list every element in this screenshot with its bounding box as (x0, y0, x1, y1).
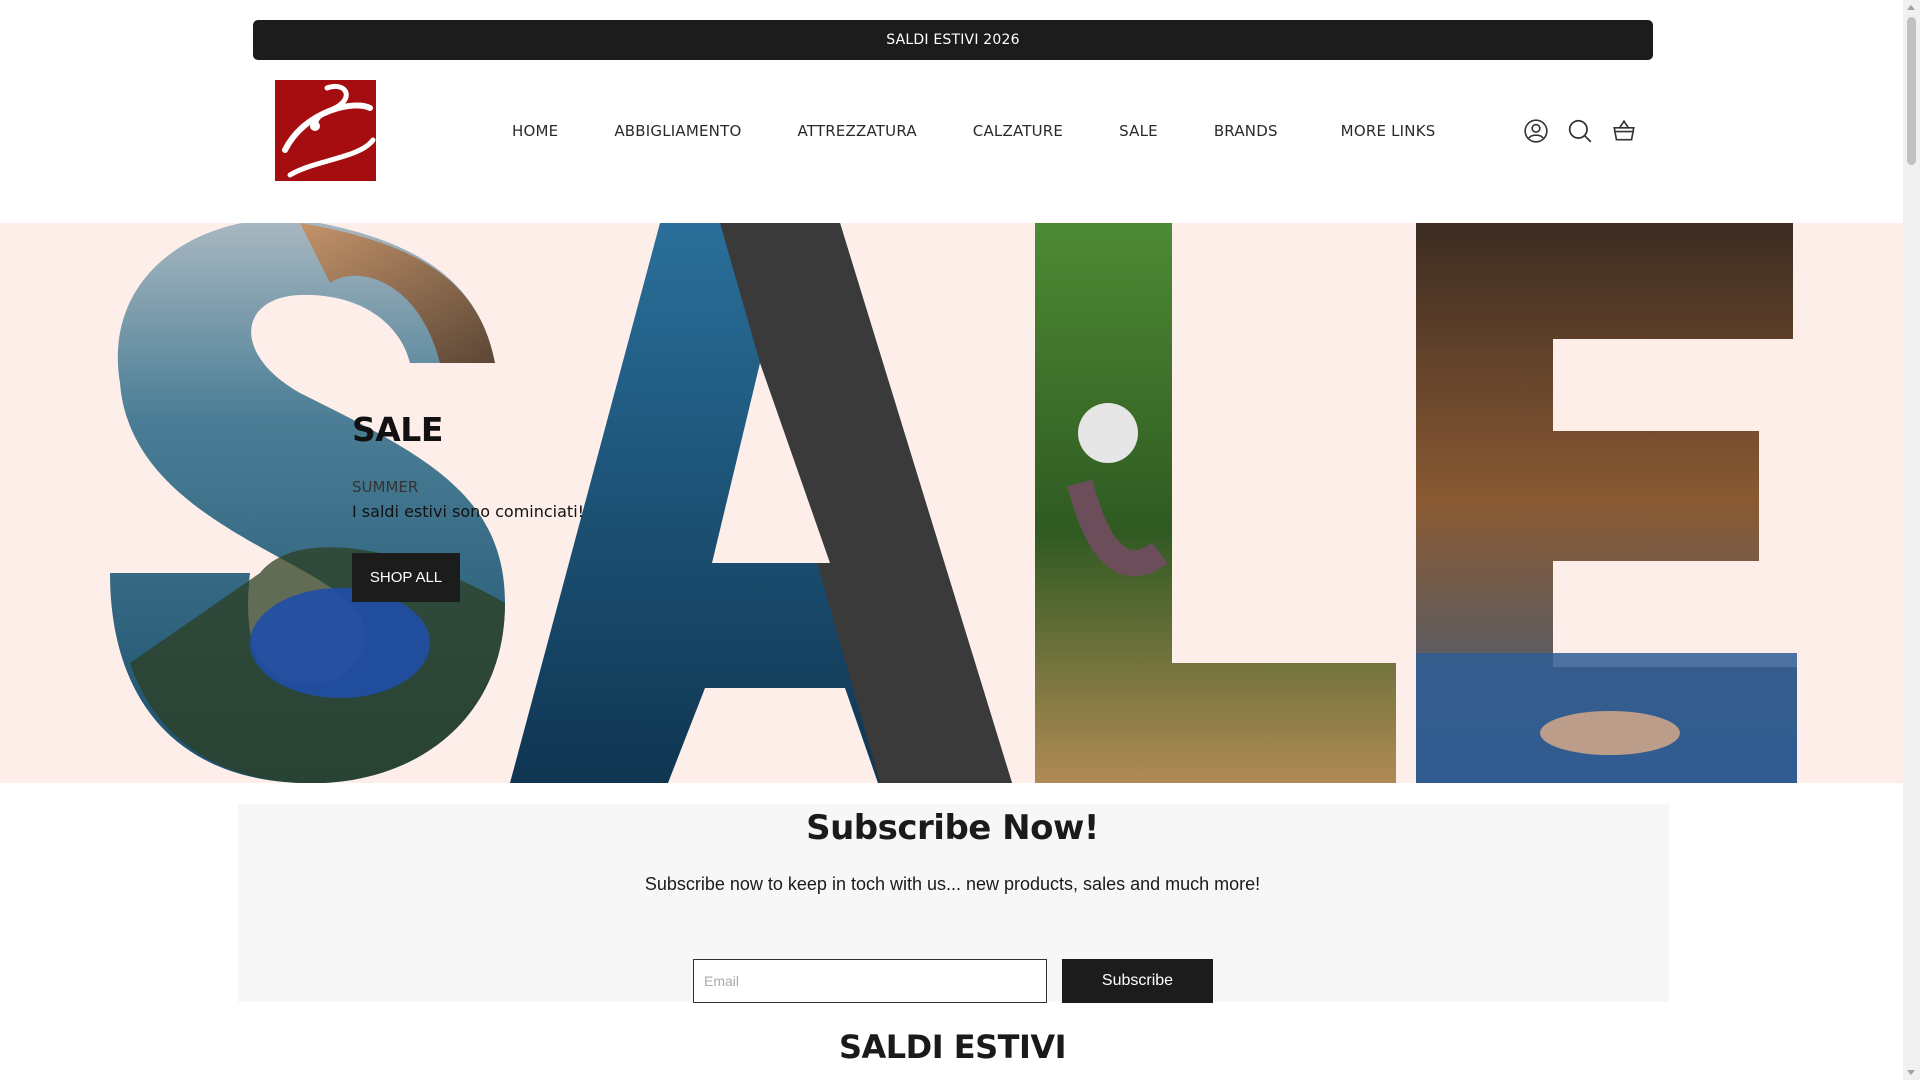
search-icon[interactable] (1566, 117, 1594, 145)
hero-title-wrap: SALE (352, 410, 443, 449)
nav-more-links[interactable]: MORE LINKS (1341, 122, 1436, 140)
main-nav: HOME ABBIGLIAMENTO ATTREZZATURA CALZATUR… (490, 120, 1435, 142)
letter-a (510, 223, 1012, 783)
sale-letters-graphic (110, 223, 1797, 783)
scrollbar-thumb[interactable] (1907, 17, 1916, 165)
email-field[interactable] (693, 959, 1047, 1003)
subscribe-title: Subscribe Now! (806, 808, 1099, 848)
nav-sale[interactable]: SALE (1119, 122, 1158, 140)
hero-subtitle: SUMMER (352, 478, 419, 496)
shop-all-button[interactable]: SHOP ALL (352, 553, 460, 602)
cart-icon[interactable] (1610, 117, 1638, 145)
nav-brands[interactable]: BRANDS (1214, 122, 1278, 140)
announcement-bar: SALDI ESTIVI 2026 (253, 20, 1653, 60)
hero-description: I saldi estivi sono cominciati! (352, 502, 585, 521)
letter-l (1035, 223, 1396, 783)
nav-abbigliamento[interactable]: ABBIGLIAMENTO (614, 122, 741, 140)
scroll-down-icon[interactable] (1907, 1070, 1915, 1075)
nav-home[interactable]: HOME (512, 122, 558, 140)
header-icons (1522, 117, 1638, 145)
section-title: SALDI ESTIVI (838, 1028, 1067, 1066)
subscribe-button[interactable]: Subscribe (1062, 959, 1213, 1003)
subscribe-text: Subscribe now to keep in toch with us...… (644, 874, 1261, 894)
hero-banner (0, 223, 1903, 783)
brand-logo[interactable] (275, 80, 376, 181)
nav-calzature[interactable]: CALZATURE (973, 122, 1063, 140)
hero-title: SALE (352, 410, 443, 449)
page-scrollbar[interactable] (1903, 0, 1920, 1080)
nav-attrezzatura[interactable]: ATTREZZATURA (797, 122, 916, 140)
letter-e (1416, 223, 1797, 783)
announcement-text: SALDI ESTIVI 2026 (886, 32, 1020, 48)
scroll-up-icon[interactable] (1907, 5, 1915, 10)
account-icon[interactable] (1522, 117, 1550, 145)
logo-icon (275, 80, 376, 181)
